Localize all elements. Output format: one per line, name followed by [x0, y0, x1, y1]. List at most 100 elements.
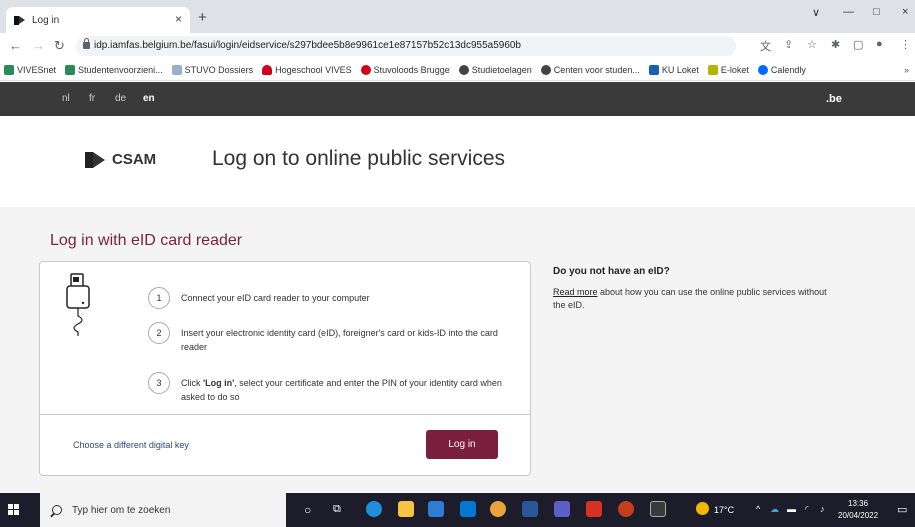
cortana-icon[interactable]: ○ — [304, 503, 311, 517]
bookmark-studentenvoorzieningen[interactable]: Studentenvoorzieni... — [65, 64, 163, 75]
studentenvoorzieningen-icon — [65, 64, 76, 75]
site-header: CSAM Log on to online public services — [0, 116, 915, 207]
new-tab-button[interactable]: + — [198, 9, 207, 26]
ku-loket-icon — [648, 64, 659, 75]
browser-tab[interactable]: Log in × — [6, 7, 190, 33]
e-loket-icon — [707, 64, 718, 75]
acrobat-icon[interactable] — [586, 501, 602, 517]
globe-icon — [458, 64, 469, 75]
windows-start-icon[interactable] — [8, 504, 20, 516]
bookmark-calendly[interactable]: Calendly — [757, 64, 806, 75]
reload-icon[interactable]: ↻ — [54, 38, 65, 54]
main-content: Log in with eID card reader 1 Connect yo… — [0, 207, 915, 493]
login-button[interactable]: Log in — [426, 430, 498, 459]
more-bookmarks-icon[interactable]: » — [904, 65, 909, 75]
lang-en[interactable]: en — [143, 93, 155, 104]
forward-arrow-icon[interactable]: → — [32, 38, 45, 53]
edge-icon[interactable] — [366, 501, 382, 517]
read-more-link[interactable]: Read more — [553, 287, 598, 297]
no-eid-panel: Do you not have an eID? Read more about … — [553, 265, 833, 312]
outlook-icon[interactable] — [460, 501, 476, 517]
step-text: Connect your eID card reader to your com… — [181, 293, 370, 303]
zip-app-icon[interactable] — [650, 501, 666, 517]
language-bar: nl fr de en .be — [0, 82, 915, 116]
bookmark-centen-voor-studenten[interactable]: Centen voor studen... — [540, 64, 640, 75]
card-divider — [40, 414, 530, 415]
step-2: 2 Insert your electronic identity card (… — [148, 322, 521, 354]
login-emphasis: 'Log in' — [203, 378, 235, 388]
search-icon — [52, 505, 62, 515]
login-heading: Log in with eID card reader — [50, 232, 243, 249]
browser-tab-bar: Log in × + ∨ — □ × — [0, 0, 915, 33]
bookmark-stuvoloods[interactable]: Stuvoloods Brugge — [360, 64, 450, 75]
volume-icon[interactable]: ♪ — [820, 504, 825, 514]
powerpoint-icon[interactable] — [618, 501, 634, 517]
taskbar-search-box[interactable]: Typ hier om te zoeken — [40, 493, 286, 527]
calendly-icon — [757, 64, 768, 75]
csam-favicon-icon — [14, 15, 26, 25]
globe-icon — [540, 64, 551, 75]
lang-fr[interactable]: fr — [89, 93, 95, 104]
no-eid-text: Read more about how you can use the onli… — [553, 287, 827, 310]
no-eid-heading: Do you not have an eID? — [553, 266, 670, 277]
address-row: ← → ↻ idp.iamfas.belgium.be/fasui/login/… — [0, 33, 915, 59]
stuvoloods-icon — [360, 64, 371, 75]
vives-heart-icon — [262, 64, 273, 75]
weather-sun-icon[interactable] — [696, 502, 709, 515]
lang-nl[interactable]: nl — [62, 93, 70, 104]
notifications-icon[interactable]: ▭ — [897, 503, 907, 516]
tray-chevron-icon[interactable]: ^ — [756, 504, 760, 514]
url-text: idp.iamfas.belgium.be/fasui/login/eidser… — [94, 40, 521, 51]
eid-login-card: 1 Connect your eID card reader to your c… — [39, 261, 531, 476]
chrome-icon[interactable] — [490, 501, 506, 517]
csam-logo-icon — [85, 151, 107, 168]
file-explorer-icon[interactable] — [398, 501, 414, 517]
weather-temperature[interactable]: 17°C — [714, 505, 734, 515]
back-arrow-icon[interactable]: ← — [9, 38, 22, 53]
extensions-icon[interactable]: ✱ — [831, 38, 840, 51]
belgium-be-logo[interactable]: .be — [826, 93, 842, 105]
step-3: 3 Click 'Log in', select your certificat… — [148, 372, 521, 404]
lang-de[interactable]: de — [115, 93, 126, 104]
clock-time[interactable]: 13:36 — [848, 499, 868, 508]
lock-icon — [83, 38, 90, 49]
address-bar[interactable]: idp.iamfas.belgium.be/fasui/login/eidser… — [76, 36, 736, 56]
close-window-button[interactable]: × — [902, 6, 908, 18]
translate-icon[interactable]: 文 — [760, 38, 771, 54]
choose-different-key-link[interactable]: Choose a different digital key — [73, 440, 189, 450]
bookmark-ku-loket[interactable]: KU Loket — [648, 64, 699, 75]
bookmark-hogeschool-vives[interactable]: Hogeschool VIVES — [262, 64, 352, 75]
card-reader-icon — [66, 273, 90, 336]
step-text: Insert your electronic identity card (eI… — [181, 328, 498, 352]
bookmark-vivesnet[interactable]: VIVESnet — [4, 64, 56, 75]
bookmark-star-icon[interactable]: ☆ — [807, 38, 817, 51]
bookmark-studietoelagen[interactable]: Studietoelagen — [458, 64, 532, 75]
bookmark-e-loket[interactable]: E-loket — [707, 64, 749, 75]
share-icon[interactable]: ⇪ — [784, 38, 793, 51]
word-icon[interactable] — [522, 501, 538, 517]
search-placeholder: Typ hier om te zoeken — [72, 504, 171, 516]
teams-icon[interactable] — [554, 501, 570, 517]
step-1: 1 Connect your eID card reader to your c… — [148, 287, 521, 309]
tab-close-button[interactable]: × — [175, 12, 182, 26]
sidebar-icon[interactable]: ▢ — [853, 38, 863, 51]
menu-icon[interactable]: ⋮ — [900, 38, 911, 51]
clock-date[interactable]: 20/04/2022 — [838, 511, 878, 520]
page-title: Log on to online public services — [212, 147, 506, 170]
document-icon — [171, 64, 182, 75]
minimize-button[interactable]: — — [843, 6, 854, 18]
network-icon[interactable]: ▬ — [787, 504, 796, 514]
windows-taskbar: Typ hier om te zoeken ○ ⧉ 17°C ^ ☁ ▬ ◜ ♪… — [0, 493, 915, 527]
tab-search-button[interactable]: ∨ — [812, 6, 820, 19]
profile-icon[interactable]: ● — [876, 38, 883, 50]
wifi-icon[interactable]: ◜ — [805, 504, 809, 515]
store-icon[interactable] — [428, 501, 444, 517]
maximize-button[interactable]: □ — [873, 6, 880, 18]
csam-logo[interactable]: CSAM — [85, 151, 156, 168]
step-number: 3 — [148, 372, 170, 394]
onedrive-icon[interactable]: ☁ — [770, 504, 779, 515]
task-view-icon[interactable]: ⧉ — [333, 503, 341, 516]
bookmark-stuvo-dossiers[interactable]: STUVO Dossiers — [171, 64, 253, 75]
tab-title: Log in — [32, 14, 60, 26]
csam-logo-text: CSAM — [112, 151, 157, 168]
